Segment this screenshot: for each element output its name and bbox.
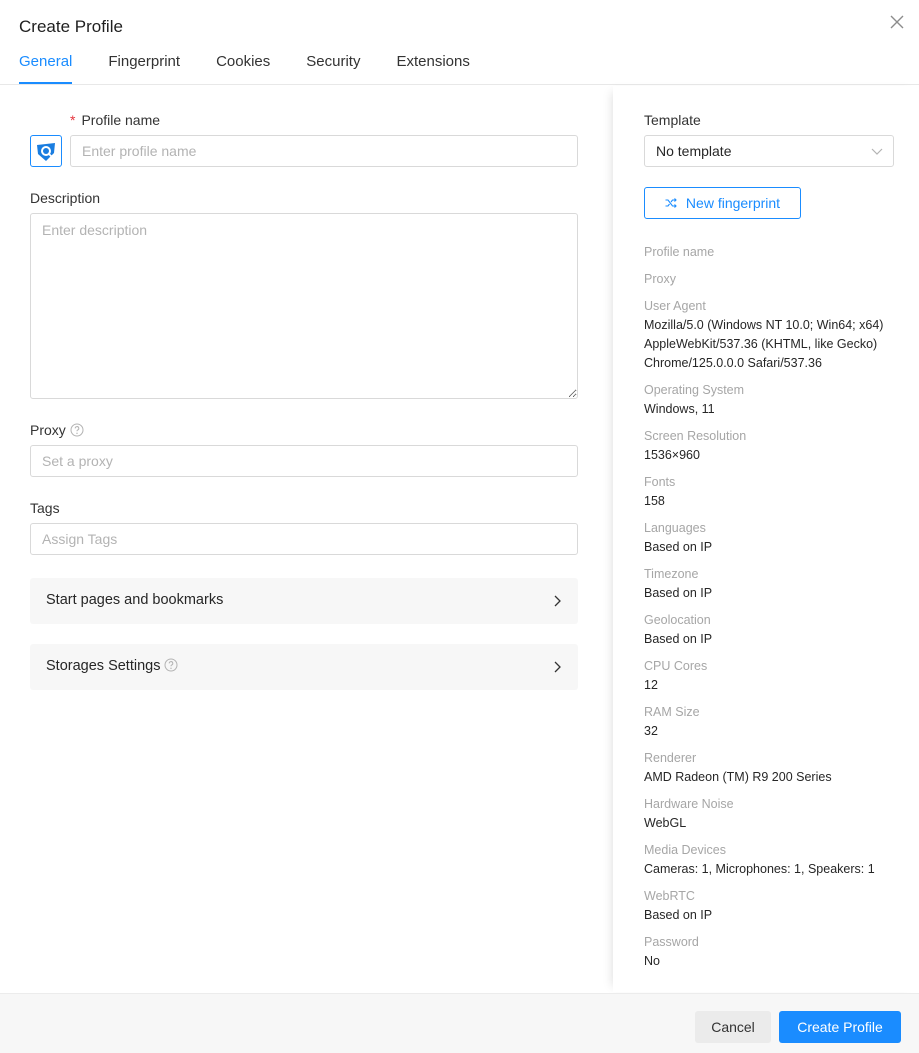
- shuffle-icon: [665, 198, 677, 208]
- info-renderer: Renderer AMD Radeon (TM) R9 200 Series: [644, 749, 914, 787]
- info-value: Based on IP: [644, 586, 713, 600]
- tab-fingerprint[interactable]: Fingerprint: [108, 52, 180, 84]
- new-fingerprint-label: New fingerprint: [685, 195, 781, 211]
- template-label: Template: [644, 112, 701, 128]
- info-media-devices: Media Devices Cameras: 1, Microphones: 1,…: [644, 841, 914, 879]
- info-key: Password: [644, 935, 699, 949]
- storages-settings-label-text: Storages Settings: [46, 658, 161, 674]
- info-user-agent: User Agent Mozilla/5.0 (Windows NT 10.0; …: [644, 297, 914, 373]
- info-password: Password No: [644, 933, 914, 971]
- chevron-down-icon: [871, 148, 883, 155]
- profile-name-label: * Profile name: [70, 112, 160, 128]
- info-proxy: Proxy: [644, 270, 914, 289]
- profile-summary-sidebar: Template No template New fingerprint Pro…: [613, 86, 919, 992]
- info-key: Screen Resolution: [644, 429, 747, 443]
- info-hardware-noise: Hardware Noise WebGL: [644, 795, 914, 833]
- info-value: 32: [644, 724, 658, 738]
- proxy-label: Proxy: [30, 422, 84, 438]
- info-key: WebRTC: [644, 889, 695, 903]
- info-key: Operating System: [644, 383, 745, 397]
- info-value: Mozilla/5.0 (Windows NT 10.0; Win64; x64…: [644, 318, 884, 370]
- tab-cookies[interactable]: Cookies: [216, 52, 270, 84]
- fingerprint-info-list: Profile name Proxy User Agent Mozilla/5.0…: [644, 243, 914, 979]
- info-key: Hardware Noise: [644, 797, 734, 811]
- tab-bar: General Fingerprint Cookies Security Ext…: [19, 52, 506, 84]
- info-fonts: Fonts 158: [644, 473, 914, 511]
- info-key: Proxy: [644, 272, 676, 286]
- info-key: CPU Cores: [644, 659, 708, 673]
- dialog-title: Create Profile: [19, 17, 123, 36]
- info-key: RAM Size: [644, 705, 700, 719]
- tags-label: Tags: [30, 500, 60, 516]
- info-key: Timezone: [644, 567, 699, 581]
- start-pages-panel[interactable]: Start pages and bookmarks: [30, 578, 578, 624]
- start-pages-label: Start pages and bookmarks: [46, 592, 224, 608]
- cancel-button[interactable]: Cancel: [695, 1011, 771, 1043]
- info-value: Cameras: 1, Microphones: 1, Speakers: 1: [644, 862, 875, 876]
- description-textarea[interactable]: [30, 213, 578, 399]
- info-value: 1536×960: [644, 448, 700, 462]
- info-webrtc: WebRTC Based on IP: [644, 887, 914, 925]
- proxy-input[interactable]: [30, 445, 578, 477]
- help-icon[interactable]: [164, 658, 178, 672]
- dialog-footer: Cancel Create Profile: [0, 993, 919, 1053]
- info-key: Media Devices: [644, 843, 726, 857]
- info-key: Fonts: [644, 475, 676, 489]
- new-fingerprint-button[interactable]: New fingerprint: [644, 187, 801, 219]
- tab-extensions[interactable]: Extensions: [396, 52, 469, 84]
- description-label: Description: [30, 190, 101, 206]
- info-cpu-cores: CPU Cores 12: [644, 657, 914, 695]
- info-geolocation: Geolocation Based on IP: [644, 611, 914, 649]
- browser-logo-icon[interactable]: [30, 135, 62, 167]
- profile-name-label-text: Profile name: [81, 112, 161, 128]
- info-value: Based on IP: [644, 908, 713, 922]
- storages-settings-panel[interactable]: Storages Settings: [30, 644, 578, 690]
- chevron-right-icon: [554, 661, 561, 673]
- info-value: AMD Radeon (TM) R9 200 Series: [644, 770, 832, 784]
- general-form: * Profile name Description Proxy Tags Sta…: [0, 86, 612, 992]
- info-value: 158: [644, 494, 665, 508]
- info-key: User Agent: [644, 299, 706, 313]
- dialog-header: Create Profile General Fingerprint Cooki…: [0, 0, 919, 85]
- tab-general[interactable]: General: [19, 52, 73, 84]
- info-operating-system: Operating System Windows, 11: [644, 381, 914, 419]
- info-profile-name: Profile name: [644, 243, 914, 262]
- info-key: Profile name: [644, 245, 715, 259]
- info-value: Based on IP: [644, 540, 713, 554]
- info-key: Languages: [644, 521, 706, 535]
- browser-globe-icon: [37, 143, 55, 161]
- info-key: Renderer: [644, 751, 697, 765]
- info-timezone: Timezone Based on IP: [644, 565, 914, 603]
- required-mark: *: [70, 112, 76, 128]
- info-value: Windows, 11: [644, 402, 715, 416]
- template-select-value: No template: [656, 143, 732, 159]
- tab-security[interactable]: Security: [306, 52, 360, 84]
- info-value: WebGL: [644, 816, 687, 830]
- profile-name-input[interactable]: [70, 135, 578, 167]
- info-languages: Languages Based on IP: [644, 519, 914, 557]
- info-screen-resolution: Screen Resolution 1536×960: [644, 427, 914, 465]
- info-value: No: [644, 954, 660, 968]
- info-key: Geolocation: [644, 613, 711, 627]
- tags-input[interactable]: [30, 523, 578, 555]
- proxy-label-text: Proxy: [30, 422, 66, 438]
- storages-settings-label: Storages Settings: [46, 658, 178, 674]
- create-profile-button[interactable]: Create Profile: [779, 1011, 901, 1043]
- info-value: Based on IP: [644, 632, 713, 646]
- info-ram-size: RAM Size 32: [644, 703, 914, 741]
- help-icon[interactable]: [70, 423, 84, 437]
- template-select[interactable]: No template: [644, 135, 894, 167]
- chevron-right-icon: [554, 595, 561, 607]
- info-value: 12: [644, 678, 658, 692]
- close-icon[interactable]: [889, 14, 905, 30]
